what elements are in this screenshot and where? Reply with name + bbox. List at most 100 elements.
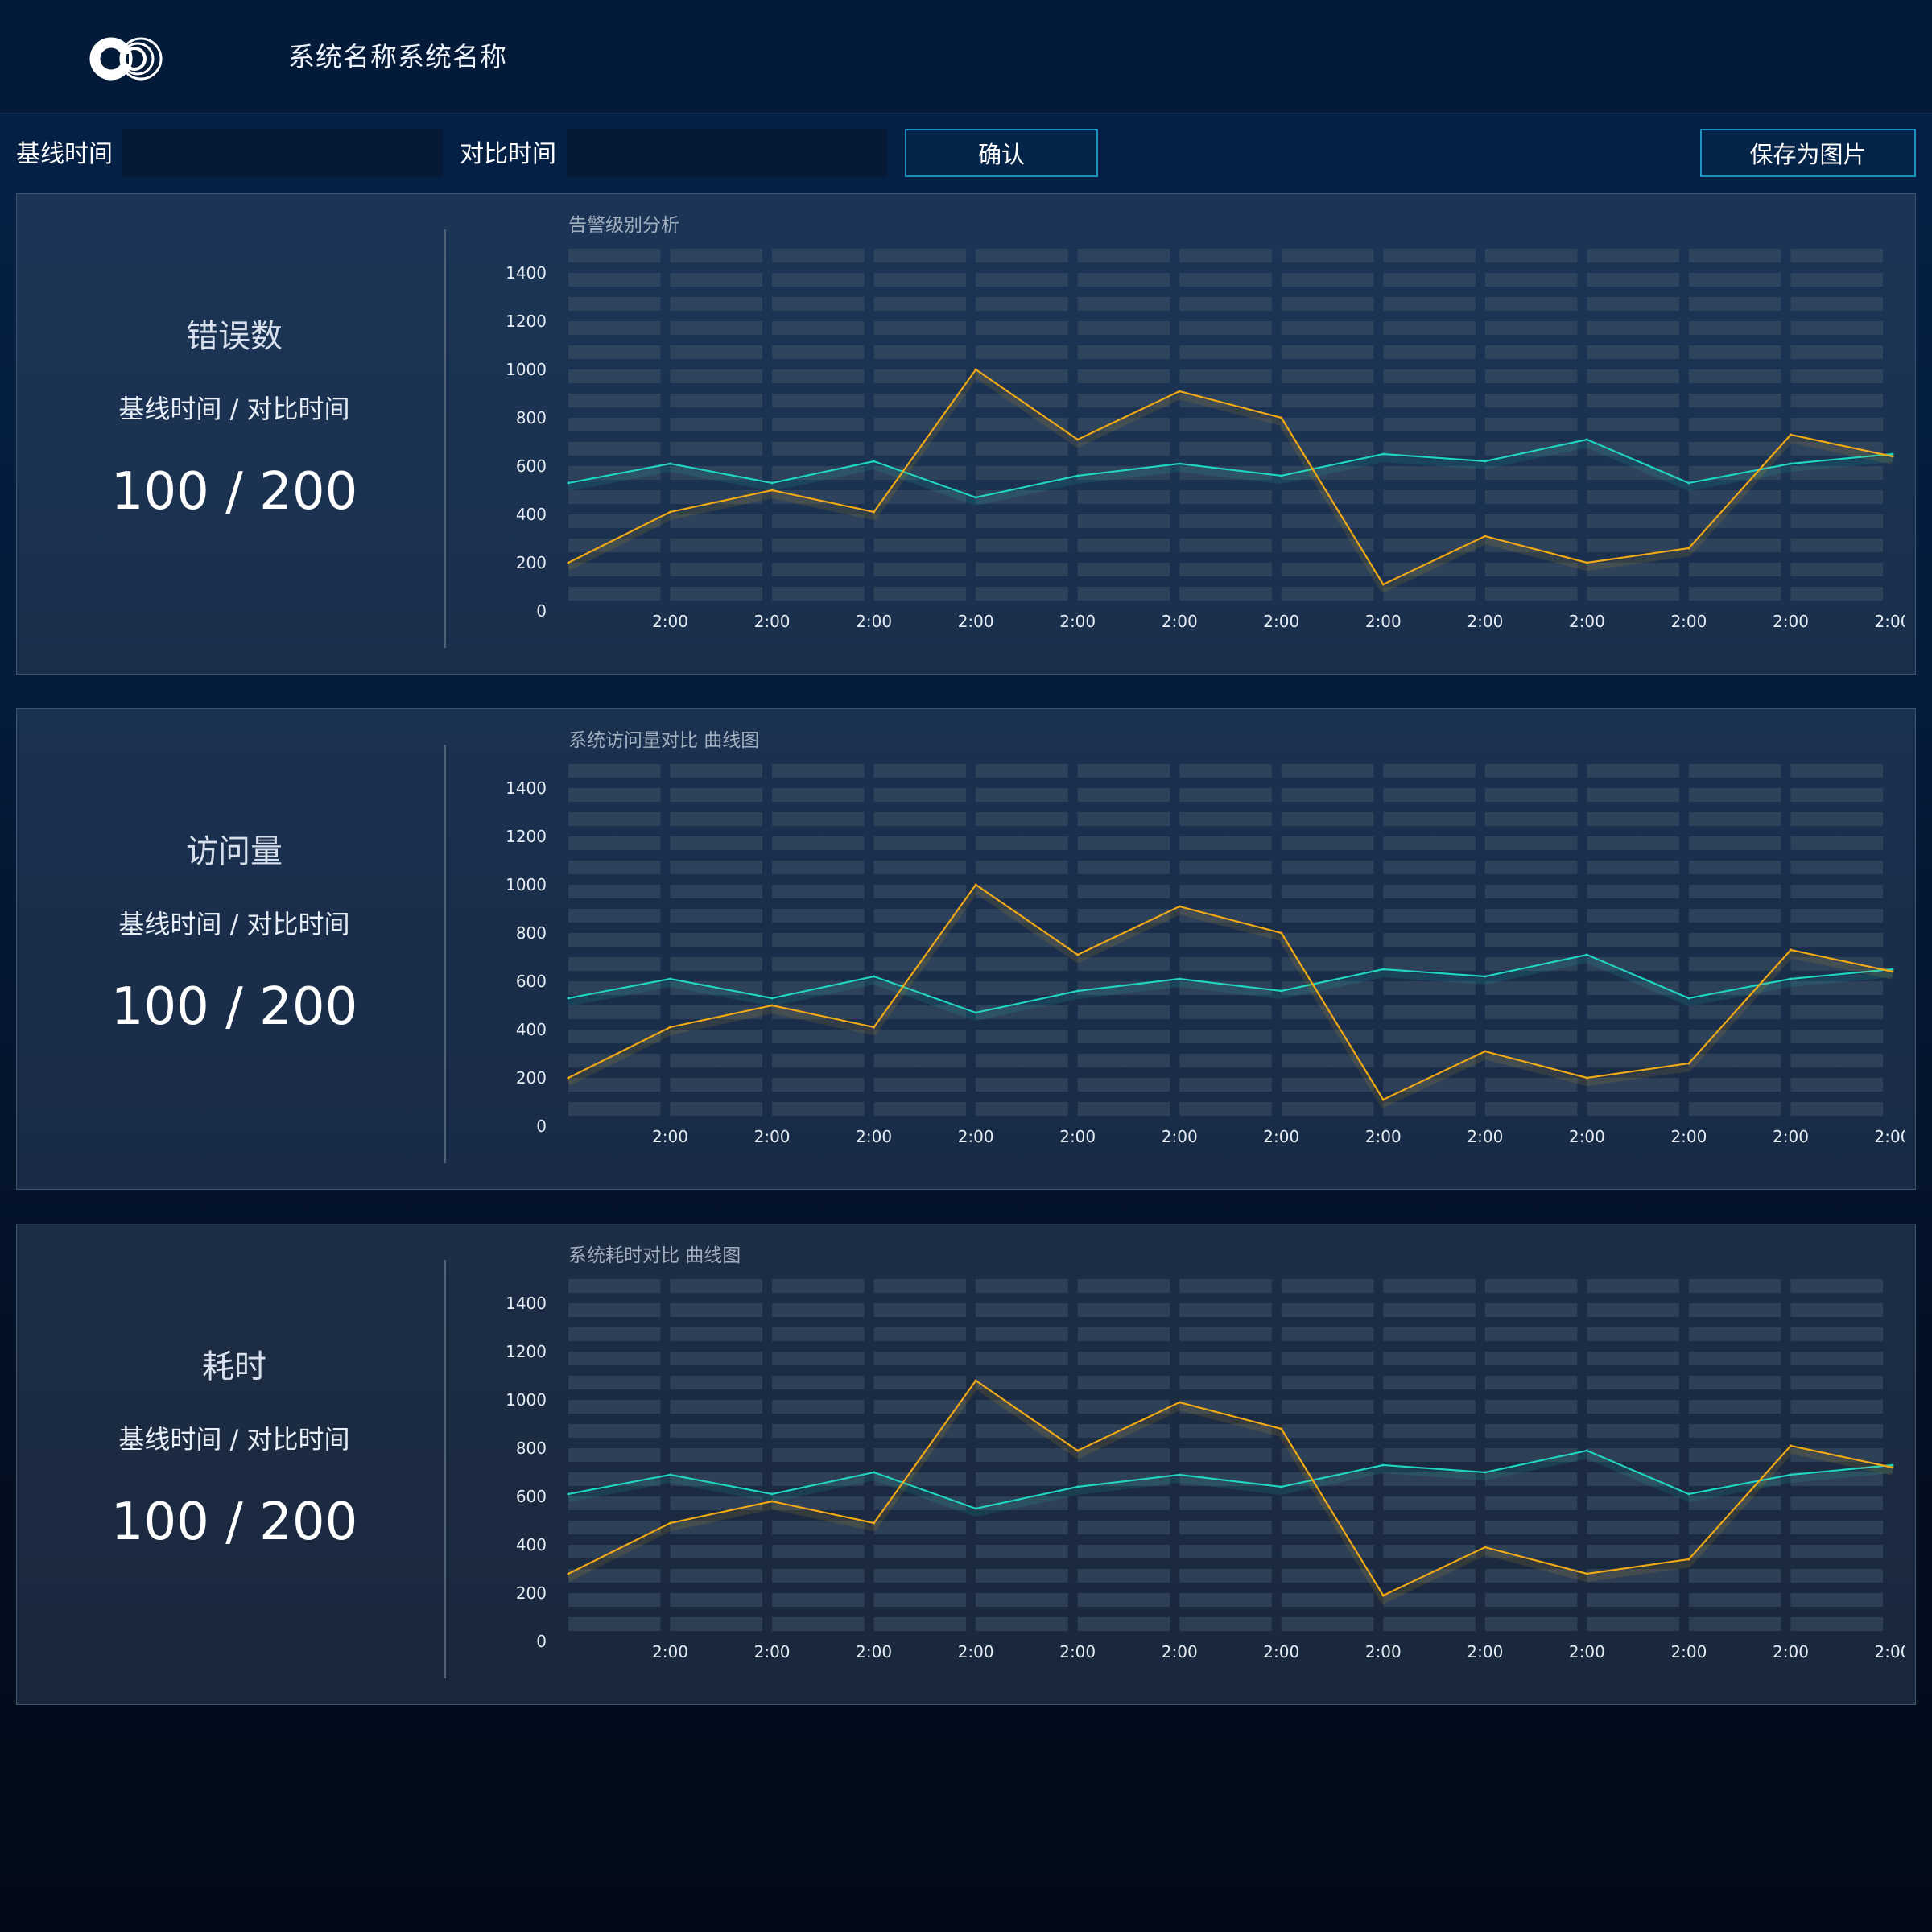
grid-block (772, 539, 865, 552)
grid-block (1383, 957, 1476, 971)
data-point (1484, 460, 1487, 463)
grid-block (568, 861, 661, 874)
x-tick-label: 2:00 (1365, 612, 1402, 631)
data-point (1585, 1076, 1588, 1080)
grid-block (670, 1424, 763, 1438)
grid-block (568, 587, 661, 601)
grid-block (976, 442, 1068, 456)
data-point (1280, 1485, 1283, 1488)
grid-block (873, 933, 967, 947)
error-count-panel: 错误数 基线时间 / 对比时间 100 / 200 告警级别分析 0 200 400 6… (16, 193, 1916, 675)
grid-block (1484, 273, 1578, 287)
grid-block (1587, 933, 1679, 947)
grid-block (1179, 273, 1272, 287)
grid-block (1484, 1400, 1578, 1414)
grid-block (1077, 1617, 1170, 1631)
baseline-time-input[interactable] (122, 129, 443, 177)
grid-block (873, 1327, 967, 1341)
grid-block (1484, 1279, 1578, 1293)
grid-block (772, 957, 865, 971)
save-as-image-button[interactable]: 保存为图片 (1700, 129, 1916, 177)
grid-block (1383, 933, 1476, 947)
grid-block (670, 1448, 763, 1462)
grid-block (1383, 788, 1476, 802)
data-point (1076, 1449, 1080, 1452)
grid-block (1077, 1593, 1170, 1607)
grid-block (1383, 587, 1476, 601)
grid-block (670, 1352, 763, 1365)
x-tick-label: 2:00 (1263, 1127, 1299, 1146)
data-point (1484, 535, 1487, 538)
grid-block (873, 321, 967, 335)
grid-block (1484, 394, 1578, 407)
y-tick-label: 1400 (506, 263, 547, 283)
grid-block (670, 345, 763, 359)
grid-block (1077, 587, 1170, 601)
grid-block (976, 1279, 1068, 1293)
grid-block (670, 273, 763, 287)
grid-block (1484, 1496, 1578, 1510)
grid-block (772, 933, 865, 947)
data-point (669, 462, 672, 465)
grid-block (1179, 490, 1272, 504)
x-tick-label: 2:00 (1773, 612, 1809, 631)
grid-block (1587, 249, 1679, 262)
grid-block (1790, 1496, 1883, 1510)
data-point (974, 1379, 977, 1382)
confirm-button[interactable]: 确认 (905, 129, 1098, 177)
x-tick-label: 2:00 (958, 612, 994, 631)
grid-block (670, 442, 763, 456)
grid-block (976, 1472, 1068, 1486)
data-point (1381, 583, 1385, 586)
x-tick-label: 2:00 (1569, 1642, 1605, 1662)
grid-block (976, 1617, 1068, 1631)
data-point (873, 510, 876, 514)
data-point (1280, 474, 1283, 477)
grid-block (772, 1569, 865, 1583)
grid-block (1281, 836, 1374, 850)
grid-block (1383, 418, 1476, 431)
data-point (1891, 968, 1894, 971)
grid-block (772, 885, 865, 898)
grid-block (1179, 1005, 1272, 1019)
grid-block (670, 957, 763, 971)
grid-block (1587, 1376, 1679, 1389)
grid-block (670, 563, 763, 576)
grid-block (873, 369, 967, 383)
grid-block (1790, 1376, 1883, 1389)
grid-block (568, 1078, 661, 1092)
compare-time-input[interactable] (567, 129, 887, 177)
grid-block (568, 788, 661, 802)
app-title: 系统名称系统名称 (288, 41, 507, 72)
grid-block (1790, 297, 1883, 311)
grid-block (1077, 764, 1170, 778)
data-point (770, 481, 774, 485)
grid-block (772, 764, 865, 778)
data-point (1178, 905, 1181, 908)
grid-block (873, 539, 967, 552)
grid-block (1688, 1102, 1781, 1116)
grid-block (772, 345, 865, 359)
grid-block (1790, 1521, 1883, 1534)
grid-block (670, 812, 763, 826)
grid-block (568, 490, 661, 504)
grid-block (1688, 836, 1781, 850)
data-point (1076, 989, 1080, 993)
grid-block (873, 1054, 967, 1067)
grid-block (1281, 861, 1374, 874)
grid-block (976, 1448, 1068, 1462)
x-tick-label: 2:00 (1162, 1642, 1198, 1662)
y-tick-label: 400 (516, 1535, 547, 1554)
grid-block (1587, 836, 1679, 850)
grid-block (976, 249, 1068, 262)
data-point (1687, 547, 1690, 550)
grid-block (873, 563, 967, 576)
grid-block (670, 297, 763, 311)
grid-block (1790, 587, 1883, 601)
grid-block (976, 321, 1068, 335)
grid-block (1281, 788, 1374, 802)
grid-block (976, 587, 1068, 601)
grid-block (1077, 861, 1170, 874)
x-tick-label: 2:00 (1670, 612, 1707, 631)
data-point (1789, 948, 1792, 952)
